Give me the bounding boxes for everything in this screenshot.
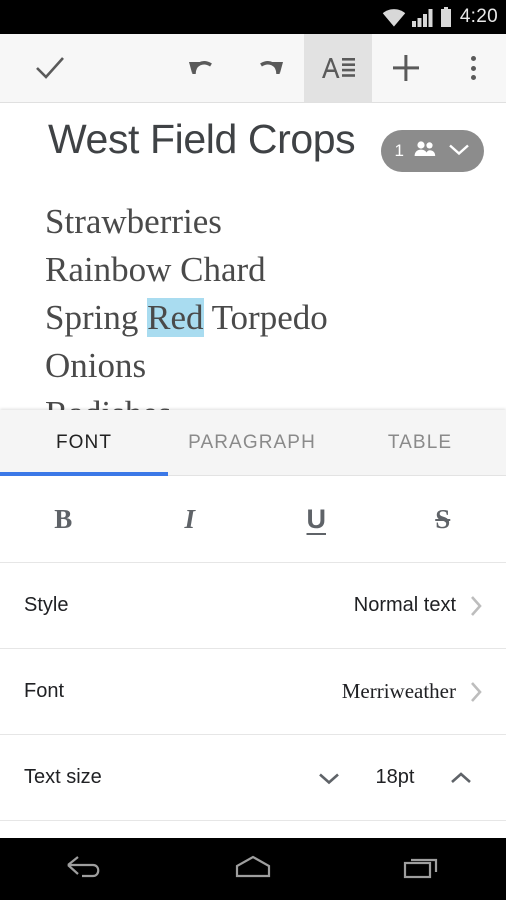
strikethrough-button[interactable]: S	[380, 504, 506, 535]
active-tab-indicator	[0, 472, 168, 476]
document-line-with-selection: Spring Red Torpedo	[45, 294, 496, 342]
italic-button[interactable]: I	[127, 504, 254, 535]
add-button[interactable]	[372, 34, 440, 102]
home-button[interactable]	[198, 852, 308, 887]
document-line: Strawberries	[45, 202, 222, 241]
status-bar-clock: 4:20	[459, 6, 498, 27]
document-line: Rainbow Chard	[45, 250, 266, 289]
style-label: Style	[24, 594, 69, 616]
text-size-decrease-button[interactable]	[306, 770, 352, 786]
text-selection-highlight[interactable]: Red	[147, 298, 204, 337]
document-title[interactable]: West Field Crops	[48, 116, 356, 163]
document-canvas[interactable]: West Field Crops 1 Strawberries Rainbow …	[0, 103, 506, 410]
text-size-value: 18pt	[375, 766, 415, 788]
overflow-dots-icon	[470, 53, 476, 82]
collaborator-count: 1	[394, 141, 404, 160]
font-row[interactable]: Font Merriweather	[0, 649, 506, 735]
line-text-before: Spring	[45, 298, 148, 337]
status-bar: 4:20	[0, 0, 506, 34]
android-navigation-bar	[0, 838, 506, 900]
format-text-button[interactable]	[304, 34, 372, 102]
collaborators-badge[interactable]: 1	[380, 130, 484, 172]
tab-paragraph[interactable]: PARAGRAPH	[168, 432, 336, 454]
format-panel-tabs: FONT PARAGRAPH TABLE	[0, 410, 506, 476]
done-check-button[interactable]	[0, 34, 100, 102]
recents-button[interactable]	[367, 852, 477, 887]
cellular-signal-icon	[411, 8, 434, 27]
wifi-icon	[382, 8, 406, 27]
people-icon	[413, 140, 437, 163]
style-value: Normal text	[353, 594, 456, 616]
line-text-after: Torpedo	[203, 298, 328, 337]
document-line-clipped: Radishes	[45, 390, 496, 410]
app-toolbar	[0, 34, 506, 103]
back-icon	[60, 851, 108, 888]
document-body[interactable]: Strawberries Rainbow Chard Spring Red To…	[45, 198, 496, 410]
font-value: Merriweather	[341, 679, 456, 703]
text-style-buttons-row: B I U S	[0, 476, 506, 563]
chevron-down-icon	[446, 141, 472, 162]
battery-icon	[440, 7, 452, 27]
back-button[interactable]	[29, 851, 139, 888]
recents-icon	[400, 852, 444, 887]
home-icon	[231, 852, 275, 887]
bold-button[interactable]: B	[0, 504, 127, 535]
font-label: Font	[24, 680, 65, 702]
tab-table[interactable]: TABLE	[336, 432, 504, 454]
chevron-right-icon	[468, 593, 484, 619]
more-options-button[interactable]	[440, 34, 506, 102]
text-size-row[interactable]: Text size 18pt	[0, 735, 506, 821]
chevron-right-icon	[468, 679, 484, 705]
underline-button[interactable]: U	[253, 504, 380, 535]
document-line: Onions	[45, 346, 147, 385]
tab-font[interactable]: FONT	[0, 432, 168, 454]
redo-button[interactable]	[236, 34, 304, 102]
style-row[interactable]: Style Normal text	[0, 563, 506, 649]
format-panel: FONT PARAGRAPH TABLE B I U S Style Norma…	[0, 410, 506, 838]
text-size-increase-button[interactable]	[438, 770, 484, 786]
undo-button[interactable]	[168, 34, 236, 102]
text-size-label: Text size	[24, 766, 102, 788]
phone-screen: 4:20 West Field Crops 1 Strawberries Rai…	[0, 0, 506, 900]
